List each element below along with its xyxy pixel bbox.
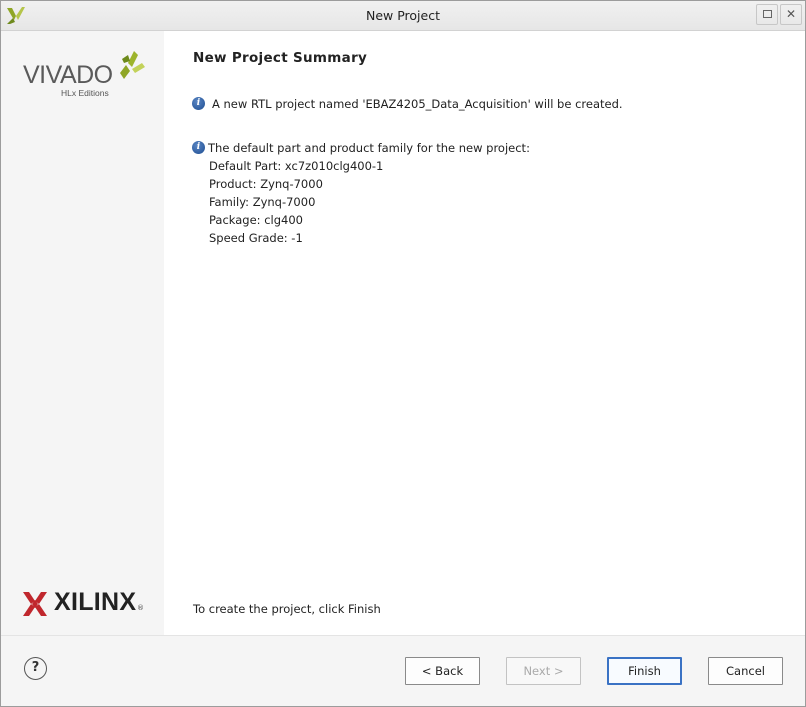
back-button-label: < Back	[421, 664, 464, 678]
project-message: A new RTL project named 'EBAZ4205_Data_A…	[212, 97, 623, 111]
edition-text: HLx Editions	[61, 88, 109, 98]
title-bar[interactable]: New Project ✕	[1, 1, 805, 31]
detail-line: Product: Zynq-7000	[209, 177, 323, 191]
sidebar-branding: VIVADO HLx Editions XILINX ®	[1, 31, 163, 635]
detail-line: Speed Grade: -1	[209, 231, 303, 245]
maximize-icon[interactable]	[756, 4, 778, 25]
info-icon: i	[192, 97, 205, 110]
xilinx-logo-text: XILINX	[54, 588, 137, 616]
info-icon: i	[192, 141, 205, 154]
registered-mark: ®	[137, 604, 144, 612]
vivado-logo-icon	[120, 51, 145, 79]
finish-button[interactable]: Finish	[607, 657, 682, 685]
back-button[interactable]: < Back	[405, 657, 480, 685]
part-intro-text: The default part and product family for …	[208, 141, 530, 155]
finish-hint: To create the project, click Finish	[193, 602, 381, 616]
help-icon[interactable]: ?	[24, 657, 47, 680]
cancel-button[interactable]: Cancel	[708, 657, 783, 685]
cancel-button-label: Cancel	[726, 664, 765, 678]
window-title: New Project	[365, 8, 440, 23]
next-button[interactable]: Next >	[506, 657, 581, 685]
summary-panel: New Project Summary i A new RTL project …	[164, 31, 805, 635]
page-title: New Project Summary	[193, 50, 368, 66]
close-icon[interactable]: ✕	[780, 4, 802, 25]
xilinx-logo-icon	[23, 592, 47, 616]
button-bar: ? < Back Next > Finish Cancel	[1, 635, 805, 706]
finish-button-label: Finish	[628, 664, 661, 678]
detail-line: Family: Zynq-7000	[209, 195, 316, 209]
new-project-window: New Project ✕ VIVADO HLx Editions XILINX…	[0, 0, 806, 707]
detail-line: Package: clg400	[209, 213, 303, 227]
next-button-label: Next >	[523, 664, 564, 678]
vivado-logo-text: VIVADO	[23, 61, 113, 89]
detail-line: Default Part: xc7z010clg400-1	[209, 159, 384, 173]
